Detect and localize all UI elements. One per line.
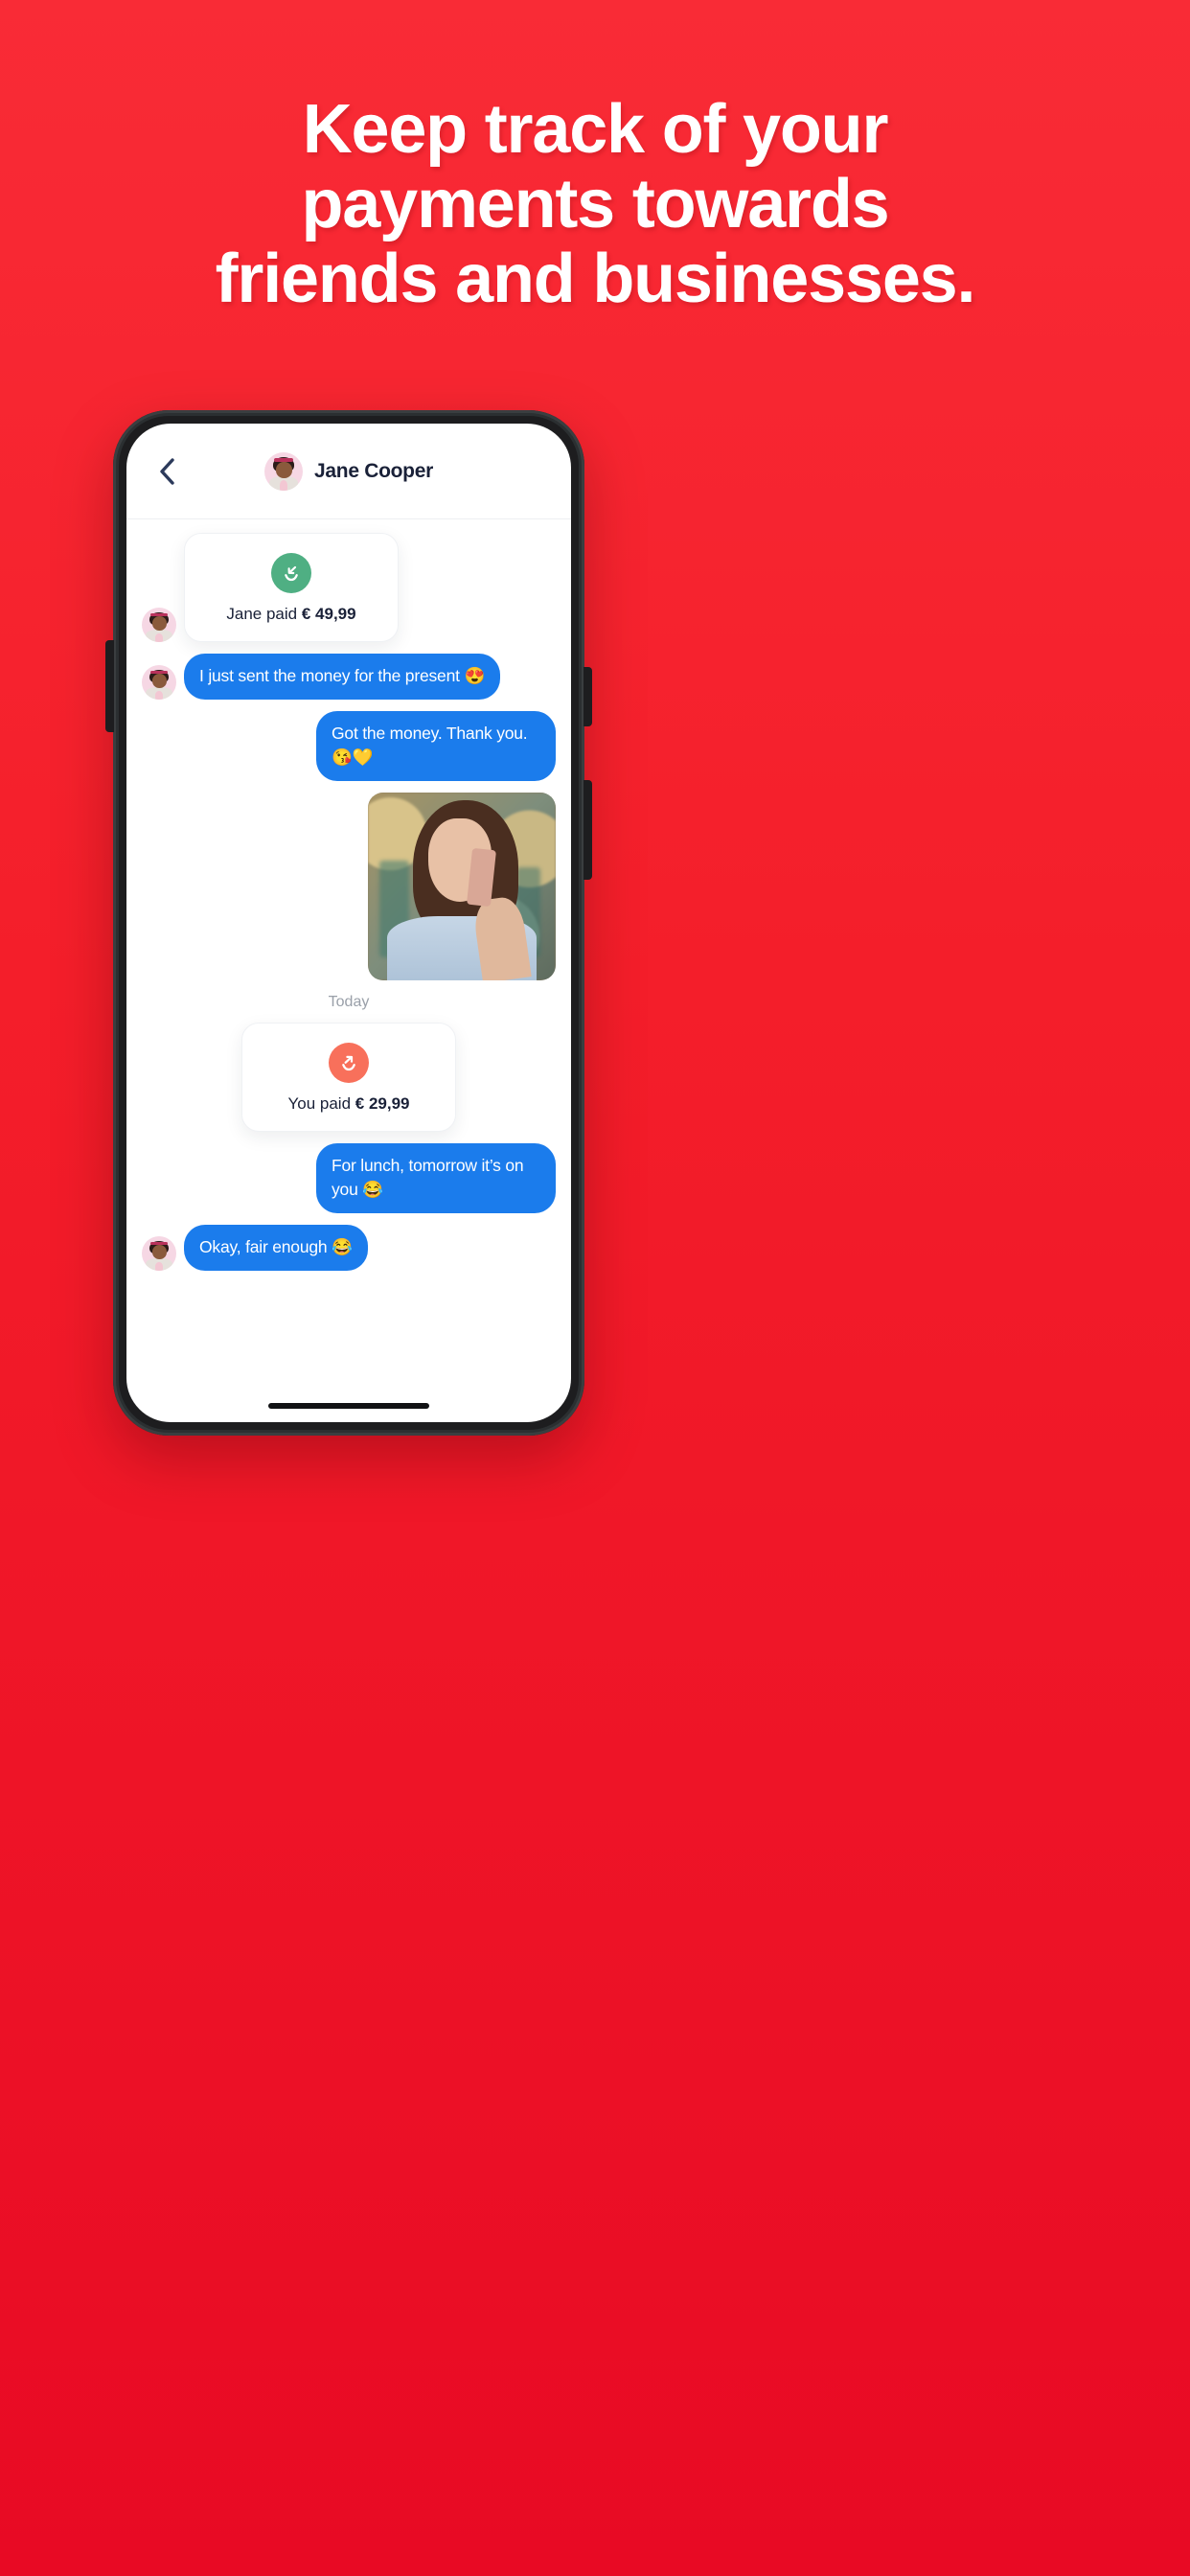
hero-headline: Keep track of your payments towards frie…: [0, 92, 1190, 316]
message-bubble-outgoing[interactable]: Got the money. Thank you. 😘💛: [316, 711, 556, 781]
phone-mockup: Jane Cooper Jane paid € 49,99 I just sen…: [105, 410, 592, 1436]
headline-line-1: Keep track of your: [302, 91, 889, 168]
message-row: Okay, fair enough 😂: [126, 1225, 571, 1271]
avatar: [142, 1236, 176, 1271]
payment-card-sent[interactable]: You paid € 29,99: [241, 1023, 456, 1132]
arrow-down-left-smile-icon: [271, 553, 311, 593]
home-indicator[interactable]: [268, 1403, 429, 1409]
phone-power-button: [584, 667, 592, 726]
headline-line-2: payments towards: [301, 166, 890, 242]
payment-label: Jane paid: [226, 605, 298, 623]
phone-screen: Jane Cooper Jane paid € 49,99 I just sen…: [126, 424, 571, 1422]
message-bubble-outgoing[interactable]: For lunch, tomorrow it’s on you 😂: [316, 1143, 556, 1213]
payment-label: You paid: [287, 1094, 352, 1113]
day-divider: Today: [328, 994, 370, 1010]
message-list[interactable]: Jane paid € 49,99 I just sent the money …: [126, 519, 571, 1422]
headline-line-3: friends and businesses.: [215, 241, 976, 317]
payment-amount: € 49,99: [301, 605, 356, 623]
payment-text: You paid € 29,99: [267, 1094, 430, 1114]
contact-name: Jane Cooper: [314, 459, 433, 482]
message-bubble-incoming[interactable]: I just sent the money for the present 😍: [184, 654, 501, 700]
photo-message[interactable]: [368, 793, 556, 980]
message-row: Jane paid € 49,99: [126, 533, 571, 642]
avatar: [142, 665, 176, 700]
message-row: You paid € 29,99: [126, 1023, 571, 1132]
payment-card-received[interactable]: Jane paid € 49,99: [184, 533, 399, 642]
contact-avatar: [264, 451, 304, 491]
payment-text: Jane paid € 49,99: [210, 605, 373, 624]
arrow-up-right-smile-icon: [329, 1043, 369, 1083]
message-row: [126, 793, 571, 980]
phone-volume-button: [105, 640, 114, 732]
message-row: I just sent the money for the present 😍: [126, 654, 571, 700]
message-row: Got the money. Thank you. 😘💛: [126, 711, 571, 781]
phone-side-button: [584, 780, 592, 880]
message-bubble-incoming[interactable]: Okay, fair enough 😂: [184, 1225, 368, 1271]
payment-amount: € 29,99: [355, 1094, 410, 1113]
chat-header: Jane Cooper: [126, 424, 571, 519]
avatar: [142, 608, 176, 642]
chat-header-identity[interactable]: Jane Cooper: [126, 451, 571, 491]
message-row: For lunch, tomorrow it’s on you 😂: [126, 1143, 571, 1213]
